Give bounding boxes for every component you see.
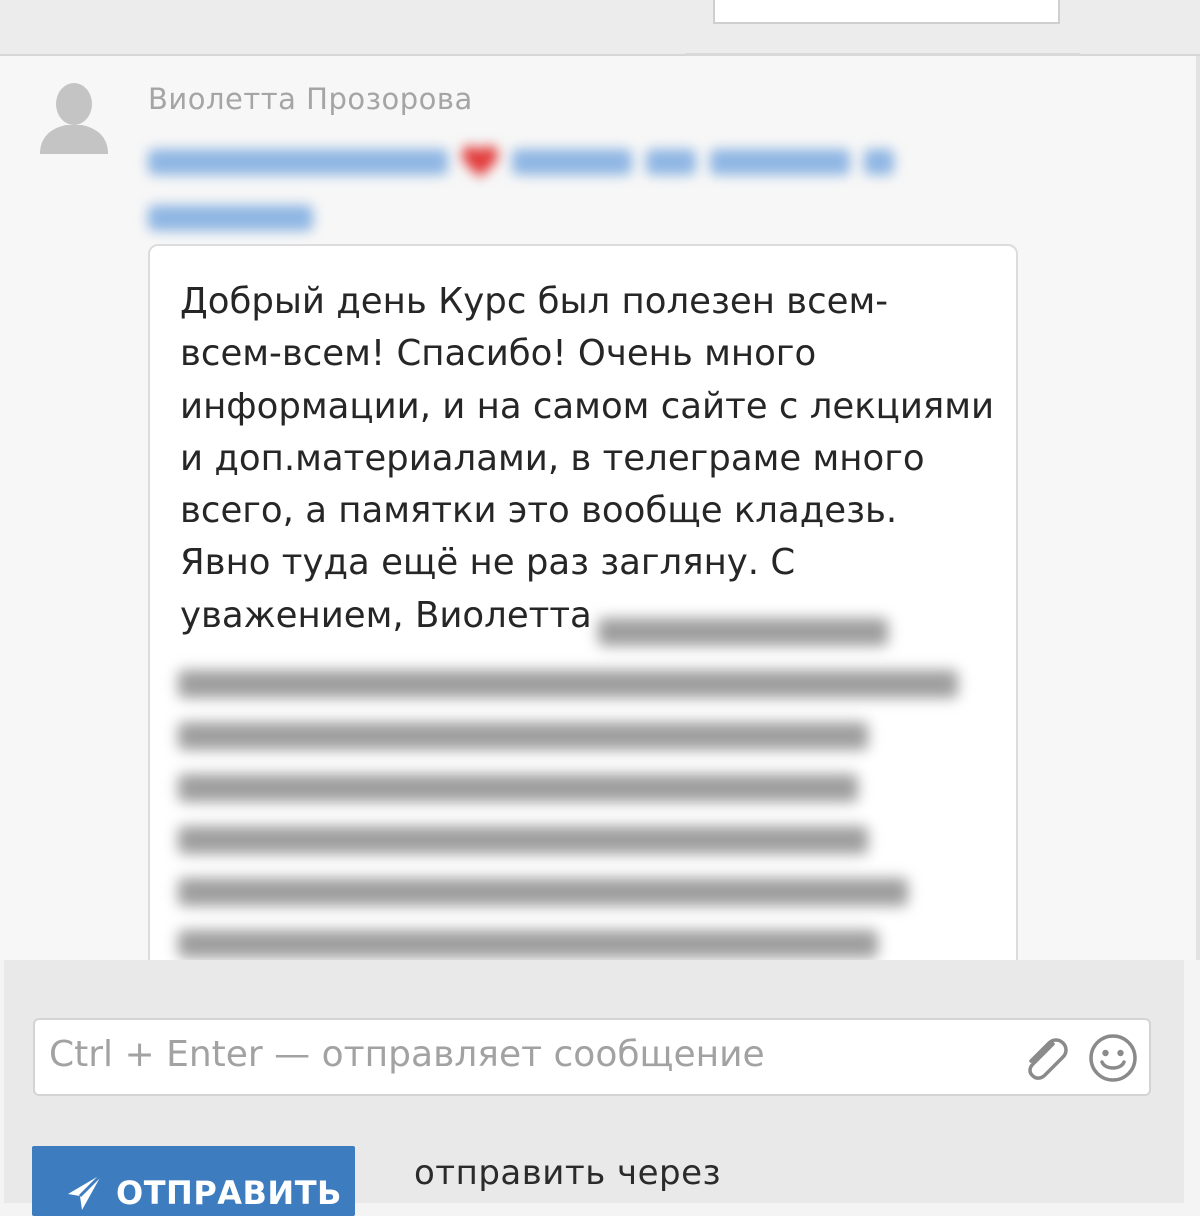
right-border <box>1196 56 1200 960</box>
message-item: Виолетта Прозорова Добрый день Курс был … <box>0 56 1196 978</box>
user-silhouette-icon <box>40 83 108 154</box>
send-via-option[interactable]: отправить через <box>414 1153 721 1193</box>
previous-message-strip <box>0 0 1200 56</box>
message-line: всем-всем! Спасибо! Очень много <box>180 333 817 375</box>
smiley-icon[interactable] <box>1087 1032 1139 1084</box>
paper-plane-icon <box>68 1172 104 1210</box>
send-button[interactable]: ОТПРАВИТЬ <box>32 1146 355 1216</box>
message-line: Добрый день Курс был полезен всем- <box>180 281 889 322</box>
message-input-placeholder: Ctrl + Enter — отправляет сообщение <box>49 1034 765 1075</box>
message-line: и доп.материалами, в телеграме много <box>180 437 925 479</box>
message-input[interactable]: Ctrl + Enter — отправляет сообщение <box>33 1018 1151 1096</box>
send-button-label: ОТПРАВИТЬ <box>116 1174 342 1212</box>
message-line: всего, а памятки это вообще кладезь. <box>180 490 898 532</box>
message-body: Добрый день Курс был полезен всем- всем-… <box>180 276 1000 642</box>
message-line: информации, и на самом сайте с лекциями <box>180 385 995 427</box>
paperclip-icon[interactable] <box>1019 1032 1071 1084</box>
previous-input-box <box>713 0 1060 24</box>
message-bubble: Добрый день Курс был полезен всем- всем-… <box>148 244 1018 978</box>
blurred-quoted-text <box>178 606 998 970</box>
avatar[interactable] <box>36 78 114 156</box>
heart-icon <box>462 146 498 177</box>
message-line: Явно туда ещё не раз загляну. С <box>180 542 796 584</box>
sender-name: Виолетта Прозорова <box>148 82 473 116</box>
message-subject-link[interactable] <box>148 134 1008 244</box>
